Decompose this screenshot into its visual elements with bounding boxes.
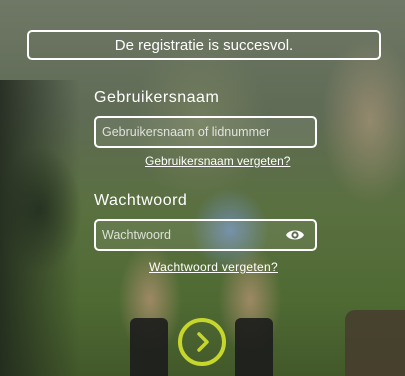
success-banner: De registratie is succesvol.: [27, 30, 381, 60]
password-field[interactable]: Wachtwoord: [94, 219, 317, 251]
chevron-right-icon: [197, 332, 209, 352]
background-shadow: [0, 80, 80, 376]
background-sock-right: [235, 318, 273, 376]
eye-icon[interactable]: [285, 227, 305, 243]
username-placeholder: Gebruikersnaam of lidnummer: [102, 125, 271, 139]
forgot-password-link[interactable]: Wachtwoord vergeten?: [149, 260, 278, 274]
username-label: Gebruikersnaam: [94, 89, 220, 106]
background-sock-left: [130, 318, 168, 376]
password-placeholder: Wachtwoord: [102, 228, 172, 242]
forgot-username-link[interactable]: Gebruikersnaam vergeten?: [145, 154, 290, 168]
password-label: Wachtwoord: [94, 192, 188, 209]
submit-button[interactable]: [178, 318, 226, 366]
username-field[interactable]: Gebruikersnaam of lidnummer: [94, 116, 317, 148]
background-boot: [345, 310, 405, 376]
